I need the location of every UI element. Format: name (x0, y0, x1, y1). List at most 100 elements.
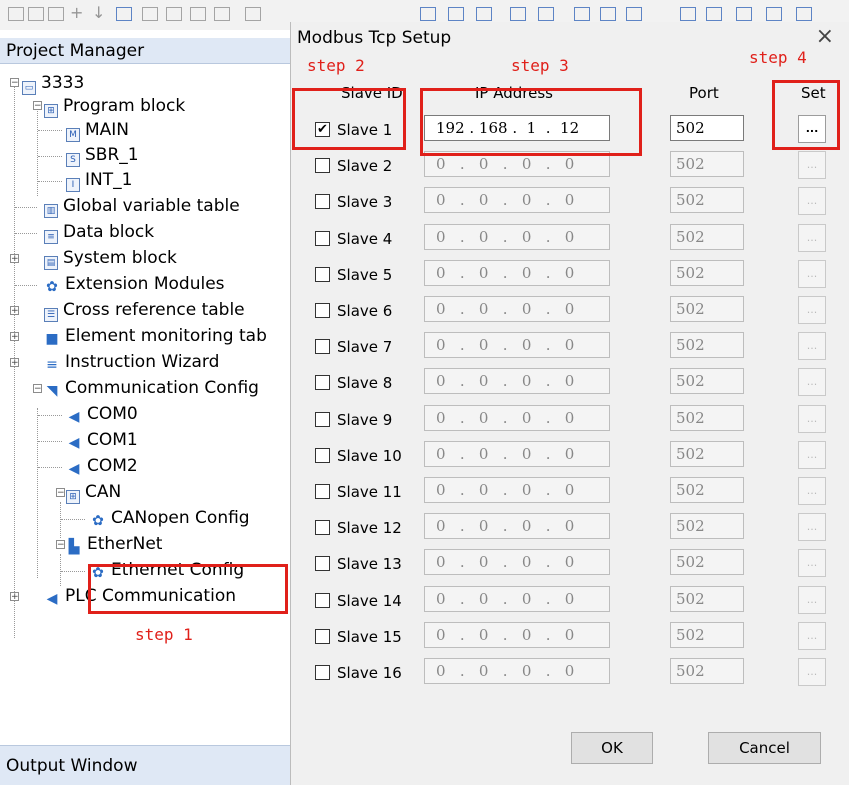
arrow-up2-icon[interactable] (796, 7, 812, 21)
tree-item-extension-modules[interactable]: ✿ Extension Modules (44, 272, 224, 296)
arrow-up-icon[interactable] (766, 7, 782, 21)
tree-item-com1[interactable]: ◀ COM1 (66, 428, 138, 452)
coil-set-icon[interactable] (448, 7, 464, 21)
set-button[interactable]: ... (798, 549, 826, 578)
set-button[interactable]: ... (798, 332, 826, 361)
coil-reset-icon[interactable] (476, 7, 492, 21)
ip-address-input[interactable]: 0 . 0 . 0 . 0 (424, 332, 610, 359)
tree-item-int[interactable]: I INT_1 (66, 168, 132, 192)
edge-icon[interactable] (510, 7, 526, 21)
cancel-button[interactable]: Cancel (708, 732, 821, 764)
port-input[interactable]: 502 (670, 187, 744, 214)
tree-item-sbr[interactable]: S SBR_1 (66, 143, 139, 167)
slave-enable-checkbox[interactable] (315, 158, 330, 174)
slave-enable-checkbox[interactable] (315, 303, 330, 318)
box-func2-icon[interactable] (626, 7, 642, 21)
ok-button[interactable]: OK (571, 732, 653, 764)
plc-communication-toggle[interactable]: + (10, 592, 19, 602)
set-button[interactable]: ... (798, 404, 826, 433)
ip-address-input[interactable]: 0 . 0 . 0 . 0 (424, 440, 610, 467)
set-button[interactable]: ... (798, 223, 826, 252)
slave-enable-checkbox[interactable] (315, 484, 330, 499)
set-button[interactable]: ... (798, 296, 826, 324)
ip-address-input[interactable]: 0 . 0 . 0 . 0 (424, 368, 610, 395)
tree-item-root[interactable]: ▭ 3333 (22, 71, 84, 95)
can-toggle[interactable]: − (56, 488, 65, 498)
port-input[interactable]: 502 (670, 585, 744, 612)
port-input[interactable]: 502 (670, 549, 744, 576)
coil-icon[interactable] (420, 7, 436, 21)
tree-item-system-block[interactable]: ▤ System block (44, 246, 177, 270)
ip-address-input[interactable]: 0 . 0 . 0 . 0 (424, 513, 610, 540)
slave-enable-checkbox[interactable] (315, 628, 330, 644)
set-button[interactable]: ... (798, 259, 826, 288)
port-input[interactable]: 502 (670, 151, 744, 178)
port-input[interactable]: 502 (670, 368, 744, 395)
ip-address-input[interactable]: 0 . 0 . 0 . 0 (424, 621, 610, 648)
slave-enable-checkbox[interactable] (315, 266, 330, 282)
set-button[interactable]: ... (798, 440, 826, 469)
port-input[interactable]: 502 (670, 440, 744, 467)
arrow-down-blue-icon[interactable] (116, 7, 132, 21)
program-block-toggle[interactable]: − (33, 101, 42, 111)
instruction-wizard-toggle[interactable]: + (10, 358, 19, 368)
line-h-icon[interactable] (680, 7, 696, 21)
plus-icon[interactable]: + (70, 5, 86, 21)
slave-enable-checkbox[interactable] (315, 411, 330, 427)
branch-icon[interactable] (736, 7, 752, 21)
set-button[interactable]: ... (798, 658, 826, 686)
set-button[interactable]: ... (798, 621, 826, 650)
output-window-title[interactable]: Output Window (0, 745, 290, 785)
tree-item-global-variable-table[interactable]: ▥ Global variable table (44, 194, 240, 218)
port-input[interactable]: 502 (670, 332, 744, 359)
ip-address-input[interactable]: 0 . 0 . 0 . 0 (424, 477, 610, 503)
slave-enable-checkbox[interactable] (315, 556, 330, 572)
port-input[interactable]: 502 (670, 404, 744, 431)
ip-address-input[interactable]: 0 . 0 . 0 . 0 (424, 658, 610, 684)
tree-item-canopen-config[interactable]: ✿ CANopen Config (90, 506, 249, 530)
contact-p-icon[interactable] (190, 7, 206, 21)
cross-reference-toggle[interactable]: + (10, 306, 19, 316)
set-button[interactable]: ... (798, 477, 826, 505)
set-button[interactable]: ... (798, 151, 826, 180)
element-monitoring-toggle[interactable]: + (10, 332, 19, 342)
root-collapse-toggle[interactable]: − (10, 78, 19, 88)
tree-item-element-monitoring[interactable]: ■ Element monitoring tab (44, 324, 267, 348)
tree-item-program-block[interactable]: ⊞ Program block (44, 94, 185, 118)
box-func-icon[interactable] (600, 7, 616, 21)
slave-enable-checkbox[interactable] (315, 339, 330, 355)
slave-enable-checkbox[interactable] (315, 520, 330, 536)
slave-enable-checkbox[interactable] (315, 447, 330, 463)
tree-item-data-block[interactable]: ≡ Data block (44, 220, 154, 244)
ladder-icon[interactable] (8, 7, 24, 21)
communication-config-toggle[interactable]: − (33, 384, 42, 394)
line-v-icon[interactable] (706, 7, 722, 21)
contact-nc-icon[interactable] (166, 7, 182, 21)
port-input[interactable]: 502 (670, 259, 744, 286)
system-block-toggle[interactable]: + (10, 254, 19, 264)
tree-item-can[interactable]: ⊞ CAN (66, 480, 121, 504)
port-input[interactable]: 502 (670, 621, 744, 648)
ip-address-input[interactable]: 0 . 0 . 0 . 0 (424, 296, 610, 322)
ip-address-input[interactable]: 0 . 0 . 0 . 0 (424, 404, 610, 431)
box-outline-icon[interactable] (48, 7, 64, 21)
tree-item-com0[interactable]: ◀ COM0 (66, 402, 138, 426)
tree-item-com2[interactable]: ◀ COM2 (66, 454, 138, 478)
slave-enable-checkbox[interactable] (315, 665, 330, 680)
port-input[interactable]: 502 (670, 658, 744, 684)
set-button[interactable]: ... (798, 187, 826, 216)
close-icon[interactable]: × (816, 24, 834, 49)
edge-neg-icon[interactable] (538, 7, 554, 21)
tree-item-communication-config[interactable]: ◥ Communication Config (44, 376, 259, 400)
port-input[interactable]: 502 (670, 223, 744, 250)
slave-enable-checkbox[interactable] (315, 375, 330, 391)
port-input[interactable]: 502 (670, 296, 744, 322)
slave-enable-checkbox[interactable] (315, 230, 330, 246)
ip-address-input[interactable]: 0 . 0 . 0 . 0 (424, 187, 610, 214)
ethernet-toggle[interactable]: − (56, 540, 65, 550)
tree-item-ethernet[interactable]: ▙ EtherNet (66, 532, 163, 556)
contact-n-icon[interactable] (214, 7, 230, 21)
arrow-down-icon[interactable]: ↓ (92, 5, 108, 21)
tree-item-main[interactable]: M MAIN (66, 118, 129, 142)
func-icon[interactable] (574, 7, 590, 21)
